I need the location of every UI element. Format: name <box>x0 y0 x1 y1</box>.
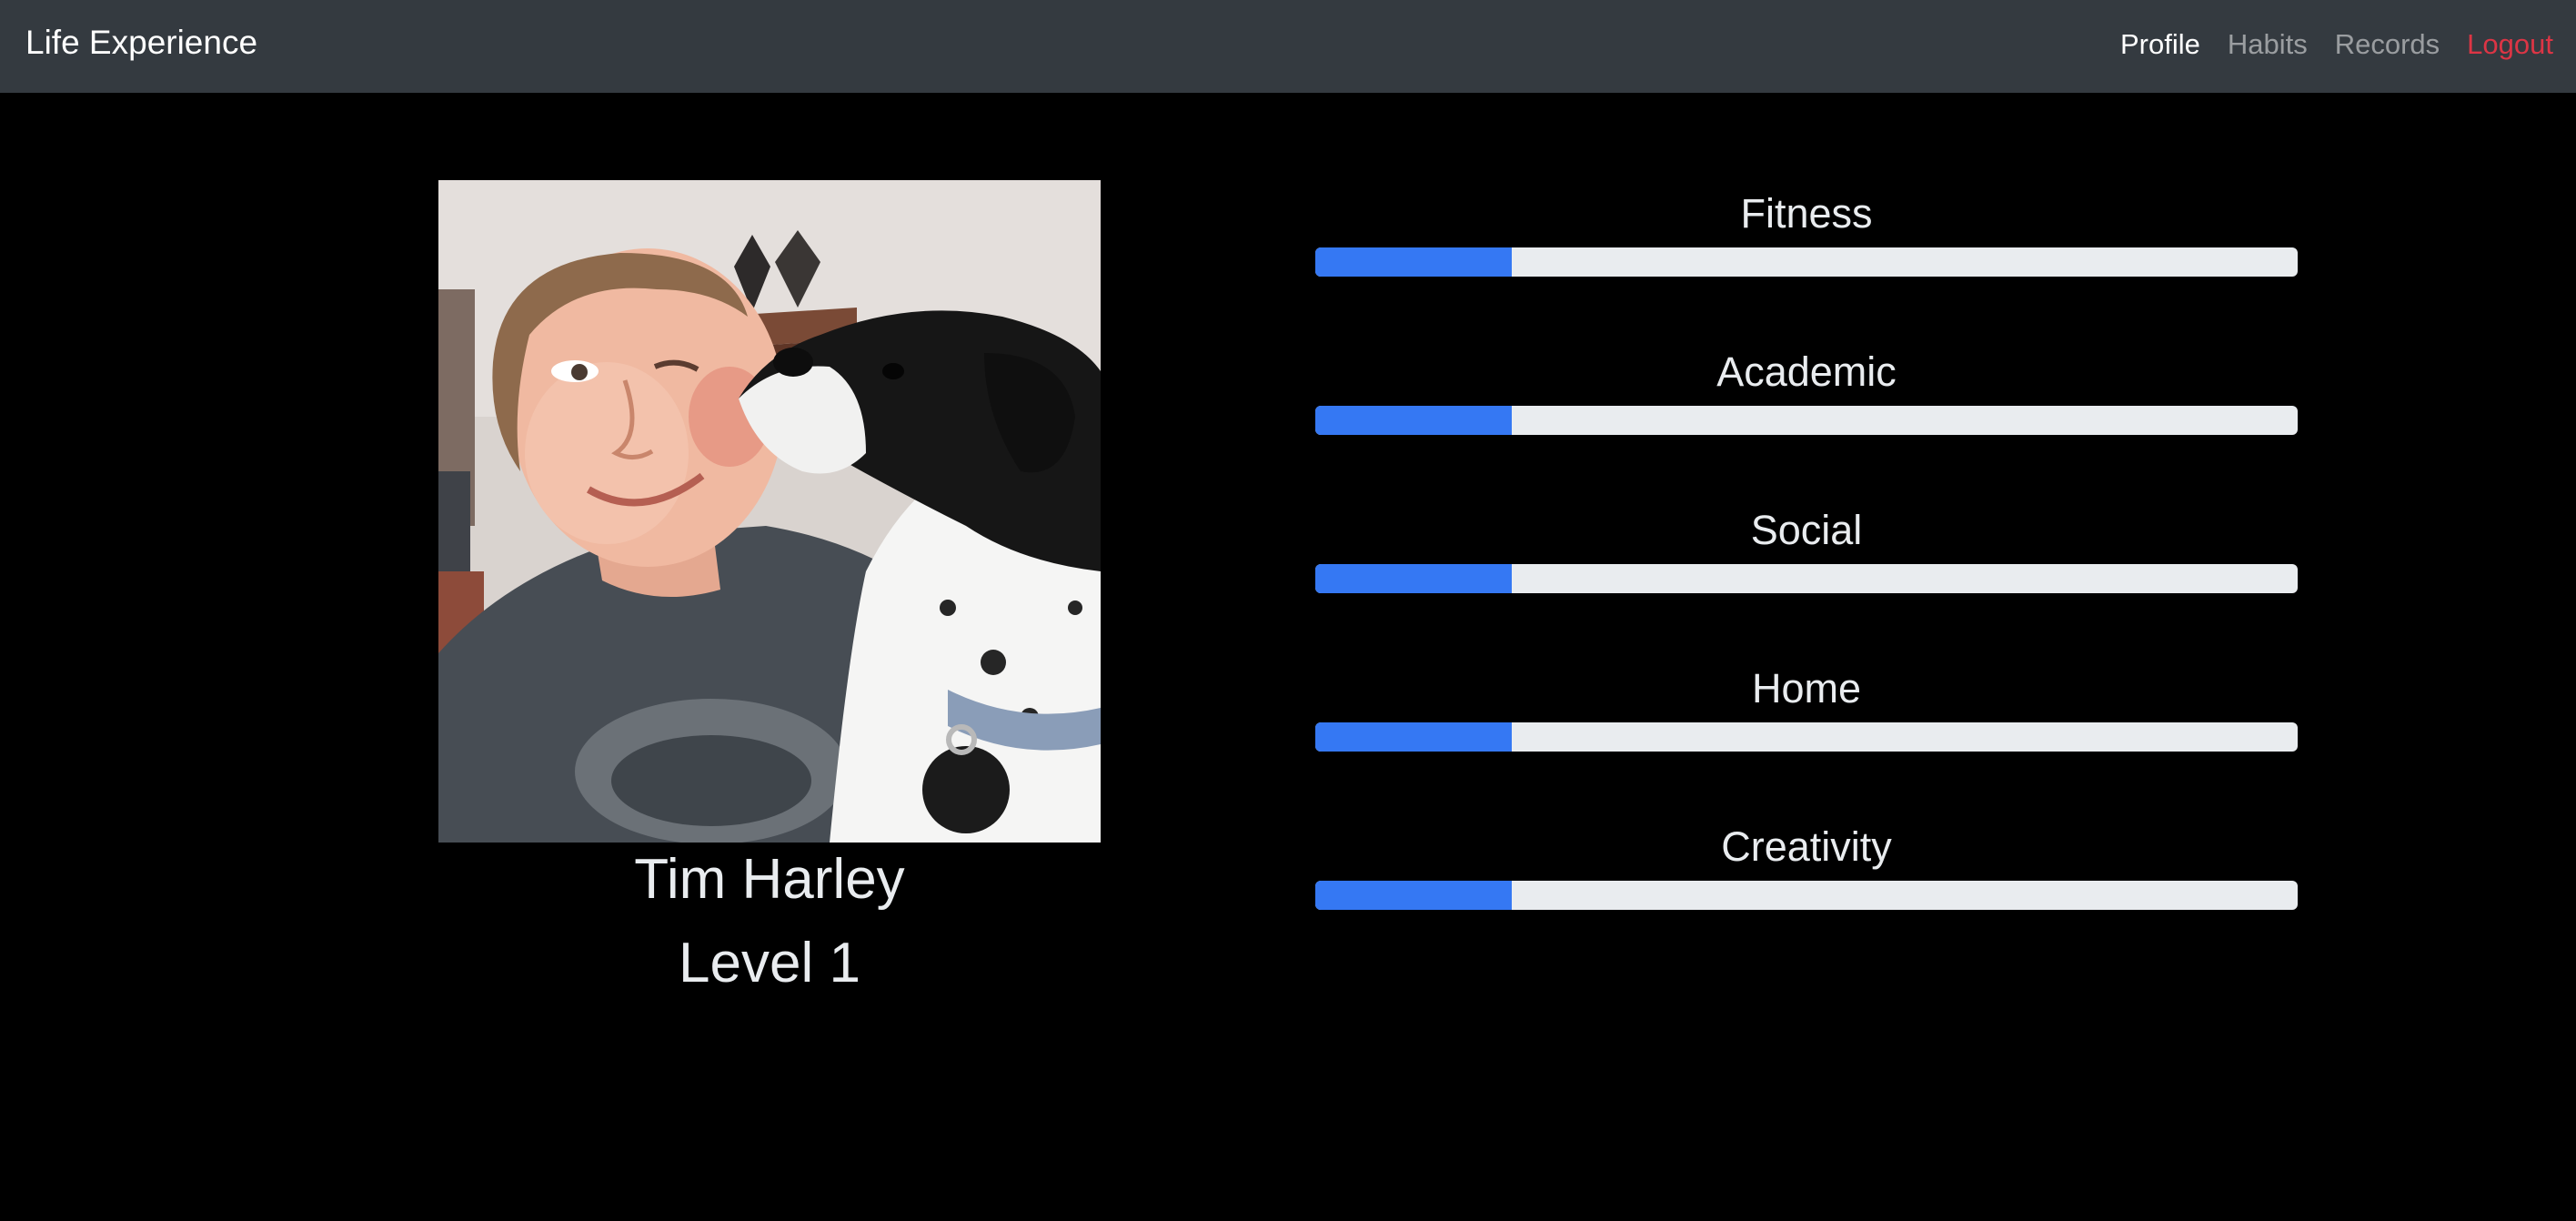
profile-level: Level 1 <box>679 932 860 994</box>
progress-bar <box>1315 247 2298 277</box>
nav-links: Profile Habits Records Logout <box>2107 0 2567 93</box>
stat-home: Home <box>1315 655 2298 813</box>
stat-social: Social <box>1315 497 2298 655</box>
progress-fill <box>1315 406 1512 435</box>
nav-link-records[interactable]: Records <box>2321 4 2453 89</box>
stats-panel: Fitness Academic Social Home Creativity <box>1315 180 2298 972</box>
stat-academic: Academic <box>1315 338 2298 497</box>
progress-bar <box>1315 722 2298 752</box>
nav-link-profile[interactable]: Profile <box>2107 4 2214 89</box>
progress-bar <box>1315 564 2298 593</box>
profile-photo-image <box>438 180 1101 843</box>
progress-fill <box>1315 564 1512 593</box>
top-navbar: Life Experience Profile Habits Records L… <box>0 0 2576 93</box>
stat-label: Fitness <box>1740 190 1873 237</box>
nav-link-logout[interactable]: Logout <box>2453 4 2567 89</box>
profile-photo <box>438 180 1101 843</box>
brand-title[interactable]: Life Experience <box>25 0 257 93</box>
progress-fill <box>1315 722 1512 752</box>
profile-name: Tim Harley <box>634 848 905 911</box>
stat-creativity: Creativity <box>1315 813 2298 972</box>
nav-link-habits[interactable]: Habits <box>2214 4 2321 89</box>
stat-label: Academic <box>1716 348 1897 395</box>
stat-label: Home <box>1751 665 1862 711</box>
progress-fill <box>1315 247 1512 277</box>
progress-bar <box>1315 881 2298 910</box>
stat-label: Social <box>1750 507 1863 553</box>
progress-bar <box>1315 406 2298 435</box>
progress-fill <box>1315 881 1512 910</box>
stat-label: Creativity <box>1721 823 1892 870</box>
stat-fitness: Fitness <box>1315 180 2298 338</box>
